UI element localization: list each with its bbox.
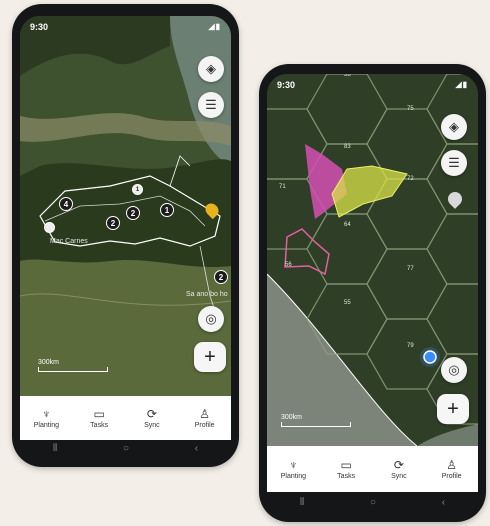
- nav-sync[interactable]: ⟳ Sync: [132, 407, 172, 429]
- home-icon[interactable]: ○: [370, 497, 376, 508]
- back-icon[interactable]: ‹: [442, 497, 445, 508]
- cluster-marker[interactable]: 1: [160, 203, 174, 217]
- clipboard-icon: ▭: [93, 407, 105, 421]
- person-icon: ♙: [446, 458, 457, 472]
- clipboard-icon: ▭: [340, 458, 352, 472]
- add-button[interactable]: +: [437, 394, 469, 424]
- add-button[interactable]: +: [194, 342, 226, 372]
- recents-icon[interactable]: ⦀: [300, 497, 304, 508]
- nav-label: Planting: [33, 422, 60, 429]
- left-system-nav: ⦀ ○ ‹: [20, 440, 231, 456]
- hex-number: 53: [344, 74, 351, 78]
- status-time: 9:30: [277, 80, 296, 90]
- nav-label: Profile: [441, 473, 462, 480]
- target-icon: ◎: [448, 362, 460, 377]
- home-icon[interactable]: ○: [123, 443, 129, 454]
- scale-line: [281, 422, 351, 427]
- cluster-marker[interactable]: 2: [214, 270, 228, 284]
- hex-number: 72: [407, 176, 414, 182]
- right-screen: 9:30 ◢▮ 53 83 75 72 64 77 55 79 71 56 ◈ …: [267, 74, 478, 512]
- cluster-marker[interactable]: 4: [59, 197, 73, 211]
- nav-planting[interactable]: ♆ Planting: [26, 407, 66, 429]
- nav-tasks[interactable]: ▭ Tasks: [326, 458, 366, 480]
- target-icon: ◎: [205, 311, 217, 326]
- hex-number: 55: [344, 300, 351, 306]
- nav-label: Tasks: [337, 473, 356, 480]
- sync-icon: ⟳: [146, 407, 157, 421]
- hex-number: 56: [285, 262, 292, 268]
- plot-marker[interactable]: [44, 222, 55, 233]
- scale-label: 300km: [38, 359, 60, 366]
- nav-label: Sync: [391, 473, 407, 480]
- person-icon: ♙: [199, 407, 210, 421]
- place-label: Mac Carnes: [50, 238, 88, 245]
- nav-label: Planting: [280, 473, 307, 480]
- left-bottom-nav: ♆ Planting ▭ Tasks ⟳ Sync ♙ Profile: [20, 396, 231, 440]
- scale-line: [38, 367, 108, 372]
- hex-number: 71: [279, 184, 286, 190]
- hex-number: 83: [344, 144, 351, 150]
- left-screen: 9:30 ◢▮ ◈ ☰ 4 2 2 1 1 2 Mac Carnes Sa an…: [20, 16, 231, 456]
- layers-button[interactable]: ◈: [198, 56, 224, 82]
- layers-button[interactable]: ◈: [441, 114, 467, 140]
- nav-sync[interactable]: ⟳ Sync: [379, 458, 419, 480]
- filter-button[interactable]: ☰: [441, 150, 467, 176]
- plus-icon: +: [447, 398, 459, 420]
- status-time: 9:30: [30, 22, 49, 32]
- recents-icon[interactable]: ⦀: [53, 443, 57, 454]
- scale-bar: 300km: [281, 414, 351, 427]
- signal-icon: ◢▮: [455, 80, 468, 89]
- nav-label: Tasks: [90, 422, 109, 429]
- scale-bar: 300km: [38, 359, 108, 372]
- right-phone: 9:30 ◢▮ 53 83 75 72 64 77 55 79 71 56 ◈ …: [259, 64, 486, 522]
- sync-icon: ⟳: [393, 458, 404, 472]
- layers-icon: ◈: [206, 61, 216, 76]
- hex-number: 79: [407, 343, 414, 349]
- layers-icon: ◈: [449, 119, 459, 134]
- cluster-marker[interactable]: 2: [126, 206, 140, 220]
- right-system-nav: ⦀ ○ ‹: [267, 492, 478, 512]
- location-dot: [423, 350, 437, 364]
- left-phone: 9:30 ◢▮ ◈ ☰ 4 2 2 1 1 2 Mac Carnes Sa an…: [12, 4, 239, 467]
- hex-number: 75: [407, 106, 414, 112]
- my-location-button[interactable]: ◎: [198, 306, 224, 332]
- nav-tasks[interactable]: ▭ Tasks: [79, 407, 119, 429]
- nav-profile[interactable]: ♙ Profile: [185, 407, 225, 429]
- plus-icon: +: [204, 346, 216, 368]
- nav-label: Sync: [144, 422, 160, 429]
- cluster-marker[interactable]: 2: [106, 216, 120, 230]
- sliders-icon: ☰: [448, 155, 460, 170]
- nav-profile[interactable]: ♙ Profile: [432, 458, 472, 480]
- nav-planting[interactable]: ♆ Planting: [273, 458, 313, 480]
- tree-icon: ♆: [41, 407, 51, 421]
- nav-label: Profile: [194, 422, 215, 429]
- my-location-button[interactable]: ◎: [441, 357, 467, 383]
- left-status-bar: 9:30 ◢▮: [20, 16, 231, 36]
- back-icon[interactable]: ‹: [195, 443, 198, 454]
- sliders-icon: ☰: [205, 97, 217, 112]
- right-bottom-nav: ♆ Planting ▭ Tasks ⟳ Sync ♙ Profile: [267, 446, 478, 492]
- place-label: Sa ano bo ho: [186, 291, 228, 298]
- right-status-bar: 9:30 ◢▮: [267, 74, 478, 94]
- hex-number: 64: [344, 222, 351, 228]
- signal-icon: ◢▮: [208, 22, 221, 31]
- scale-label: 300km: [281, 414, 303, 421]
- hex-number: 77: [407, 266, 414, 272]
- cluster-marker[interactable]: 1: [132, 184, 143, 195]
- filter-button[interactable]: ☰: [198, 92, 224, 118]
- tree-icon: ♆: [288, 458, 298, 472]
